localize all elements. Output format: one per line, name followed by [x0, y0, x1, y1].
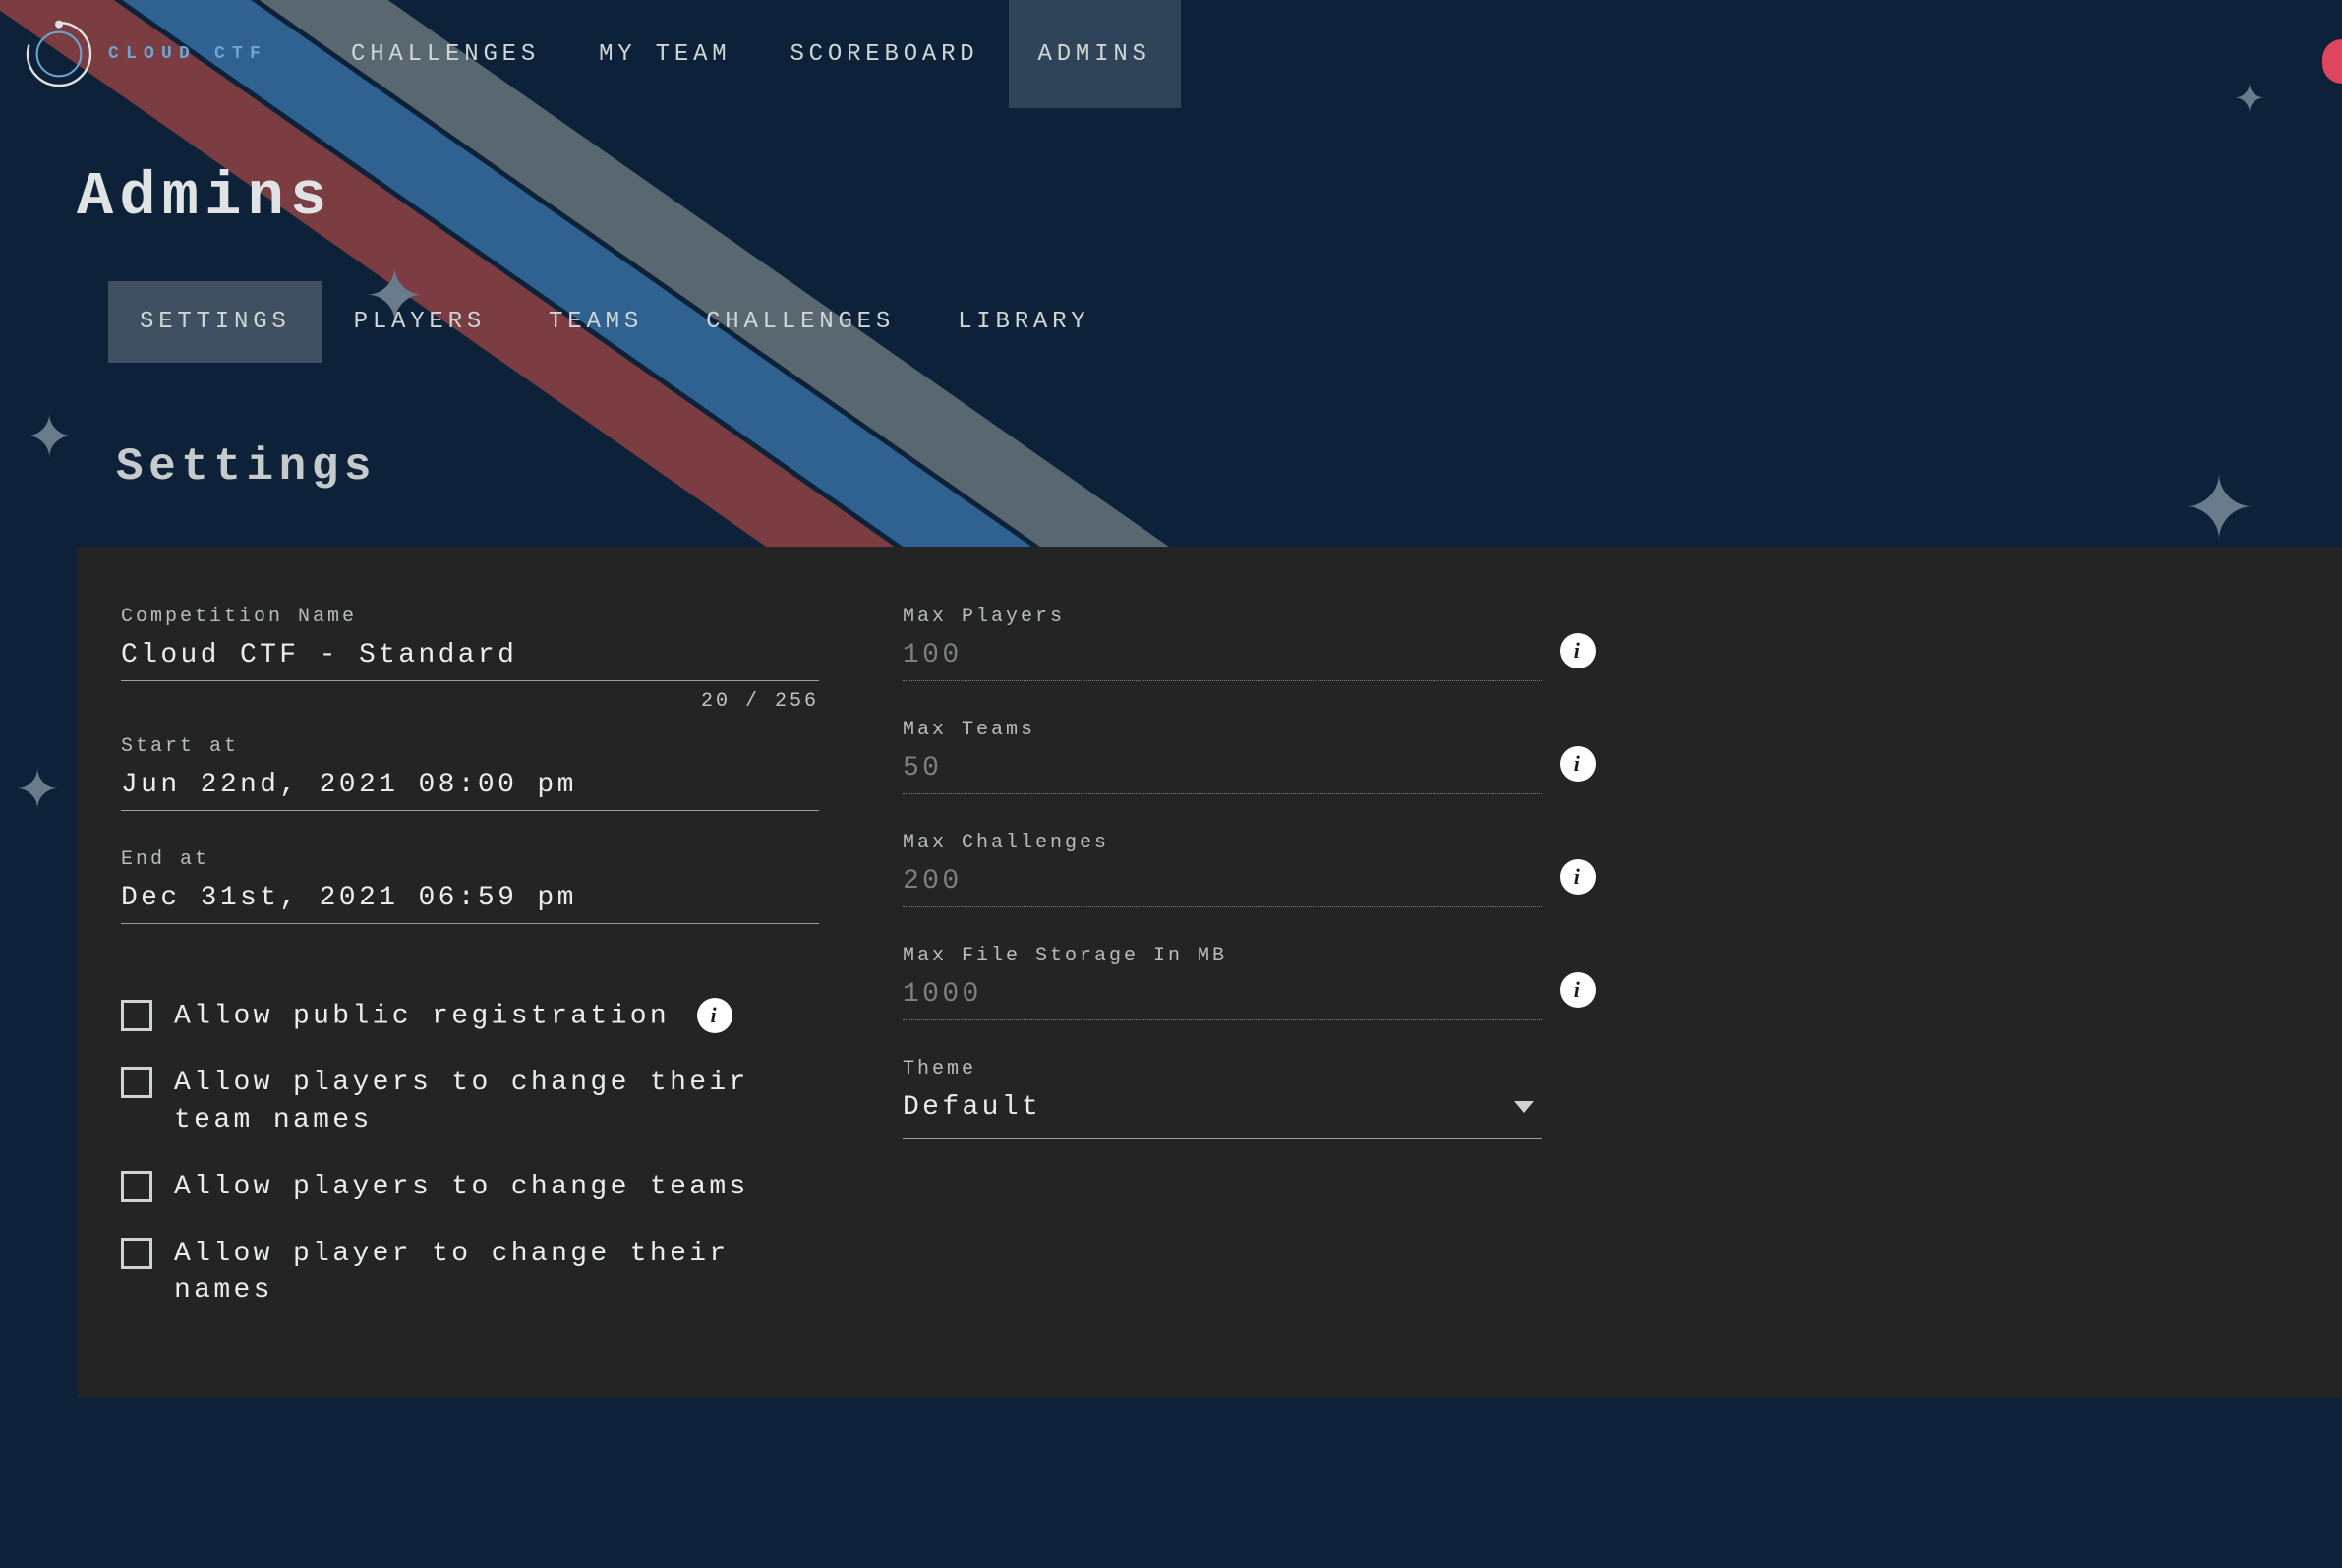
nav-admins[interactable]: ADMINS: [1009, 0, 1181, 108]
subtab-players[interactable]: PLAYERS: [322, 281, 517, 363]
checkbox-change-names-label: Allow player to change their names: [174, 1236, 819, 1310]
field-max-teams: Max Teams 50 i: [903, 719, 1542, 794]
subtab-library[interactable]: LIBRARY: [926, 281, 1121, 363]
max-players-input: 100: [903, 628, 1542, 681]
max-teams-label: Max Teams: [903, 719, 1542, 741]
info-icon[interactable]: i: [1560, 859, 1596, 895]
settings-left-column: Competition Name Cloud CTF - Standard 20…: [121, 606, 819, 1339]
checkbox-change-teams-box[interactable]: [121, 1171, 152, 1202]
field-end-at: End at Dec 31st, 2021 06:59 pm: [121, 848, 819, 924]
settings-panel: Competition Name Cloud CTF - Standard 20…: [77, 547, 2342, 1398]
checkbox-change-team-names-box[interactable]: [121, 1067, 152, 1098]
info-icon[interactable]: i: [1560, 633, 1596, 668]
info-icon[interactable]: i: [697, 998, 732, 1033]
page-title: Admins: [77, 162, 2342, 232]
competition-name-input[interactable]: Cloud CTF - Standard: [121, 628, 819, 681]
settings-right-column: Max Players 100 i Max Teams 50 i Max Cha…: [903, 606, 1542, 1339]
start-at-input[interactable]: Jun 22nd, 2021 08:00 pm: [121, 758, 819, 811]
max-teams-input: 50: [903, 741, 1542, 794]
max-challenges-input: 200: [903, 854, 1542, 907]
nav-items: CHALLENGES MY TEAM SCOREBOARD ADMINS: [322, 0, 1181, 108]
logo-icon: [20, 15, 98, 93]
checkbox-group: Allow public registration i Allow player…: [121, 998, 819, 1309]
field-max-storage: Max File Storage In MB 1000 i: [903, 945, 1542, 1020]
nav-my-team[interactable]: MY TEAM: [569, 0, 760, 108]
max-challenges-label: Max Challenges: [903, 832, 1542, 854]
logo[interactable]: CLOUD CTF: [20, 15, 267, 93]
subtab-challenges[interactable]: CHALLENGES: [674, 281, 926, 363]
top-nav: CLOUD CTF CHALLENGES MY TEAM SCOREBOARD …: [0, 0, 2342, 108]
checkbox-change-names-box[interactable]: [121, 1238, 152, 1269]
checkbox-change-teams-label: Allow players to change teams: [174, 1169, 749, 1206]
end-at-label: End at: [121, 848, 819, 871]
competition-name-counter: 20 / 256: [701, 690, 819, 713]
checkbox-public-registration-label: Allow public registration i: [174, 998, 732, 1035]
sparkle-icon: ✦: [25, 413, 77, 472]
theme-label: Theme: [903, 1058, 1542, 1080]
start-at-label: Start at: [121, 735, 819, 758]
max-storage-label: Max File Storage In MB: [903, 945, 1542, 967]
sparkle-icon: ✦: [15, 767, 62, 821]
nav-challenges[interactable]: CHALLENGES: [322, 0, 569, 108]
checkbox-public-registration: Allow public registration i: [121, 998, 819, 1035]
field-theme: Theme Default: [903, 1058, 1542, 1139]
user-badge[interactable]: [2322, 39, 2342, 84]
checkbox-change-team-names: Allow players to change their team names: [121, 1065, 819, 1139]
checkbox-change-names: Allow player to change their names: [121, 1236, 819, 1310]
subtab-teams[interactable]: TEAMS: [517, 281, 674, 363]
end-at-input[interactable]: Dec 31st, 2021 06:59 pm: [121, 871, 819, 924]
section-title: Settings: [116, 441, 2342, 493]
info-icon[interactable]: i: [1560, 746, 1596, 782]
field-max-challenges: Max Challenges 200 i: [903, 832, 1542, 907]
theme-select[interactable]: Default: [903, 1080, 1542, 1139]
field-max-players: Max Players 100 i: [903, 606, 1542, 681]
checkbox-public-registration-box[interactable]: [121, 1000, 152, 1031]
admin-subtabs: SETTINGS PLAYERS TEAMS CHALLENGES LIBRAR…: [108, 281, 2342, 363]
chevron-down-icon[interactable]: [1514, 1101, 1534, 1113]
checkbox-change-team-names-label: Allow players to change their team names: [174, 1065, 819, 1139]
info-icon[interactable]: i: [1560, 972, 1596, 1008]
field-competition-name: Competition Name Cloud CTF - Standard 20…: [121, 606, 819, 681]
logo-text: CLOUD CTF: [108, 44, 267, 64]
nav-scoreboard[interactable]: SCOREBOARD: [760, 0, 1008, 108]
max-players-label: Max Players: [903, 606, 1542, 628]
checkbox-change-teams: Allow players to change teams: [121, 1169, 819, 1206]
competition-name-label: Competition Name: [121, 606, 819, 628]
field-start-at: Start at Jun 22nd, 2021 08:00 pm: [121, 735, 819, 811]
subtab-settings[interactable]: SETTINGS: [108, 281, 322, 363]
max-storage-input: 1000: [903, 967, 1542, 1020]
